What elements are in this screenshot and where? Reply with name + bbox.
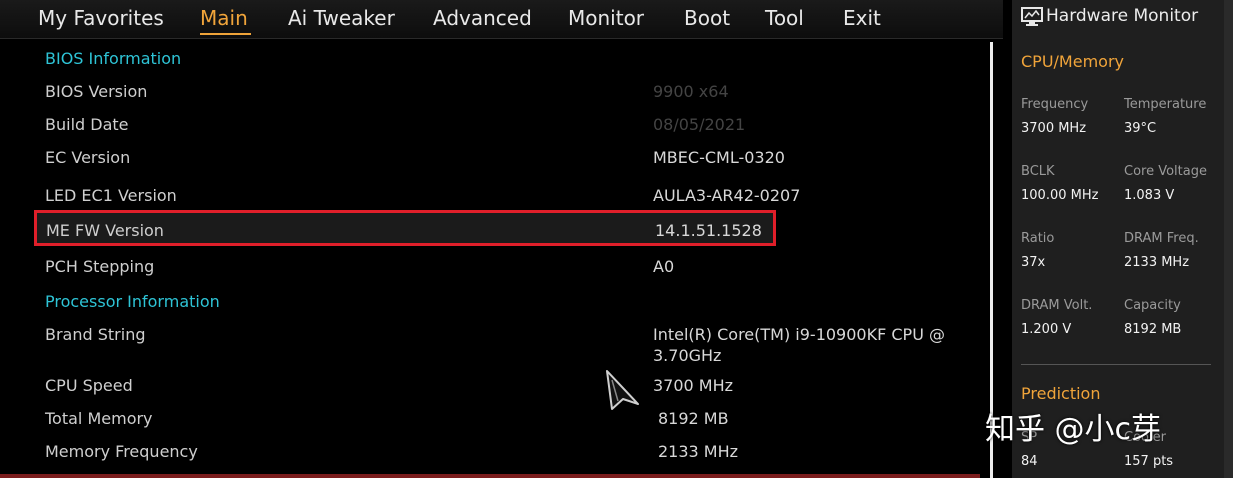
brand-string-value-line2: 3.70GHz <box>653 346 722 365</box>
ec-version-label: EC Version <box>45 148 131 167</box>
total-memory-value: 8192 MB <box>658 409 729 428</box>
tab-advanced[interactable]: Advanced <box>433 6 532 30</box>
frequency-value: 3700 MHz <box>1021 121 1087 136</box>
tab-boot[interactable]: Boot <box>684 6 730 30</box>
total-memory-label: Total Memory <box>45 409 153 428</box>
dram-freq-label: DRAM Freq. <box>1124 231 1199 246</box>
build-date-value: 08/05/2021 <box>653 115 746 134</box>
cooler-value: 157 pts <box>1124 454 1174 469</box>
cpu-speed-label: CPU Speed <box>45 376 133 395</box>
hardware-monitor-title: Hardware Monitor <box>1046 6 1199 26</box>
section-processor-information: Processor Information <box>45 292 220 311</box>
tab-main[interactable]: Main <box>200 6 248 30</box>
core-voltage-label: Core Voltage <box>1124 164 1207 179</box>
prediction-title: Prediction <box>1021 384 1101 403</box>
ratio-value: 37x <box>1021 255 1046 270</box>
led-ec1-version-label: LED EC1 Version <box>45 186 177 205</box>
brand-string-label: Brand String <box>45 325 146 344</box>
cpu-memory-title: CPU/Memory <box>1021 52 1124 71</box>
bclk-label: BCLK <box>1021 164 1055 179</box>
dram-volt-value: 1.200 V <box>1021 322 1072 337</box>
tab-my-favorites[interactable]: My Favorites <box>38 6 164 30</box>
bottom-border <box>0 474 980 478</box>
panel-divider <box>1021 364 1211 365</box>
bios-version-label: BIOS Version <box>45 82 148 101</box>
dram-freq-value: 2133 MHz <box>1124 255 1190 270</box>
capacity-label: Capacity <box>1124 298 1181 313</box>
bclk-value: 100.00 MHz <box>1021 188 1099 203</box>
tab-ai-tweaker[interactable]: Ai Tweaker <box>288 6 395 30</box>
monitor-icon <box>1021 7 1043 26</box>
led-ec1-version-value: AULA3-AR42-0207 <box>653 186 801 205</box>
watermark: 知乎 @小c芽 <box>985 412 1162 447</box>
memory-frequency-label: Memory Frequency <box>45 442 198 461</box>
frequency-label: Frequency <box>1021 97 1089 112</box>
tab-monitor[interactable]: Monitor <box>568 6 644 30</box>
mouse-cursor-icon <box>606 370 639 410</box>
bios-version-value: 9900 x64 <box>653 82 729 101</box>
tab-exit[interactable]: Exit <box>843 6 881 30</box>
temperature-value: 39°C <box>1124 121 1157 136</box>
core-voltage-value: 1.083 V <box>1124 188 1175 203</box>
brand-string-value-line1: Intel(R) Core(TM) i9-10900KF CPU @ <box>653 325 945 344</box>
dram-volt-label: DRAM Volt. <box>1021 298 1093 313</box>
tab-tool[interactable]: Tool <box>765 6 804 30</box>
top-menu-bar: My Favorites Main Ai Tweaker Advanced Mo… <box>0 0 1003 39</box>
me-fw-version-value: 14.1.51.1528 <box>655 221 762 240</box>
cpu-speed-value: 3700 MHz <box>653 376 734 395</box>
panel-edge <box>1224 0 1233 478</box>
temperature-label: Temperature <box>1124 97 1207 112</box>
memory-frequency-value: 2133 MHz <box>658 442 739 461</box>
pch-stepping-label: PCH Stepping <box>45 257 155 276</box>
build-date-label: Build Date <box>45 115 129 134</box>
me-fw-version-label: ME FW Version <box>46 221 164 240</box>
ratio-label: Ratio <box>1021 231 1055 246</box>
active-tab-indicator <box>200 33 251 35</box>
section-bios-information: BIOS Information <box>45 49 182 68</box>
sp-value: 84 <box>1021 454 1038 469</box>
ec-version-value: MBEC-CML-0320 <box>653 148 785 167</box>
pch-stepping-value: A0 <box>653 257 675 276</box>
capacity-value: 8192 MB <box>1124 322 1182 337</box>
